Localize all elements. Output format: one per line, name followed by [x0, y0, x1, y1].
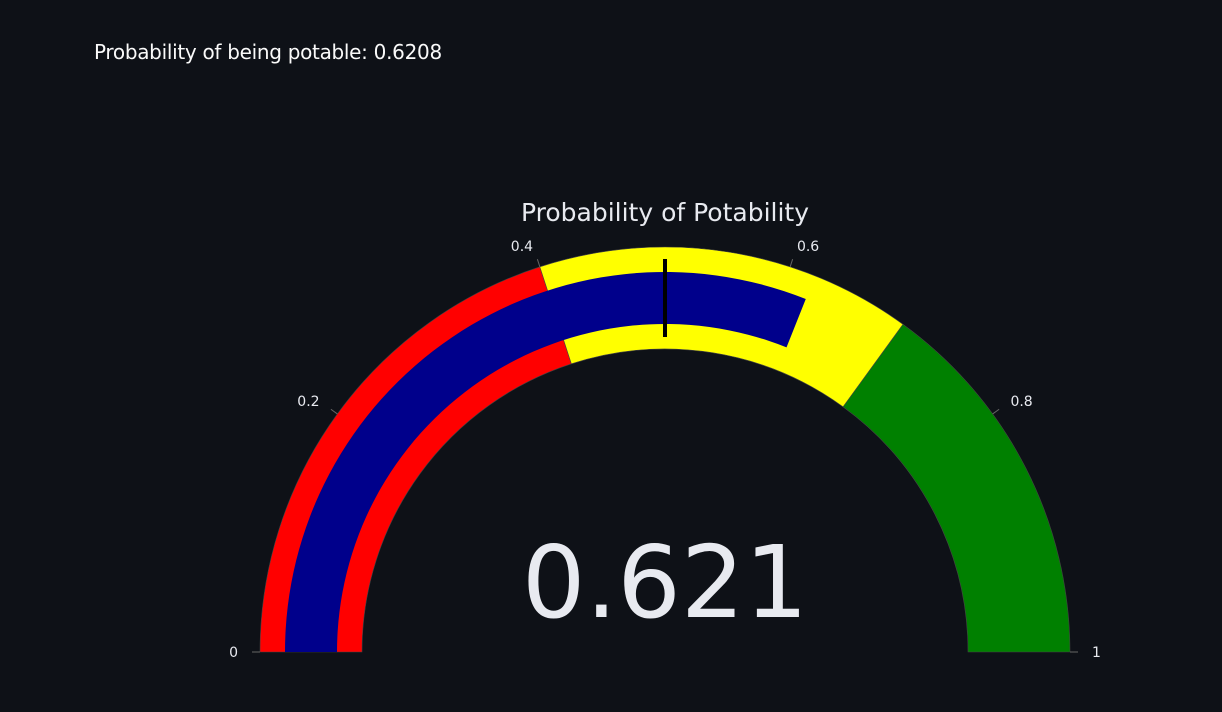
gauge-value: 0.621	[522, 524, 808, 641]
gauge-tick-2	[536, 259, 541, 267]
gauge-tick-1	[330, 408, 338, 415]
gauge-chart: Probability of Potability 0 0.2 0.4 0.6 0.8 1…	[0, 0, 1222, 712]
gauge-tick-label-3: 0.6	[797, 239, 819, 255]
gauge-tick-3	[789, 259, 794, 267]
gauge-tick-label-4: 0.8	[1010, 394, 1032, 410]
gauge-title: Probability of Potability	[521, 198, 809, 227]
gauge-tick-4	[992, 408, 1000, 415]
gauge-svg: Probability of Potability 0 0.2 0.4 0.6 0.8 1…	[229, 198, 1101, 661]
gauge-step-2	[842, 323, 1071, 653]
gauge-tick-label-5: 1	[1092, 645, 1101, 661]
gauge-tick-label-1: 0.2	[297, 394, 319, 410]
gauge-tick-label-2: 0.4	[511, 239, 533, 255]
gauge-tick-label-0: 0	[229, 645, 238, 661]
